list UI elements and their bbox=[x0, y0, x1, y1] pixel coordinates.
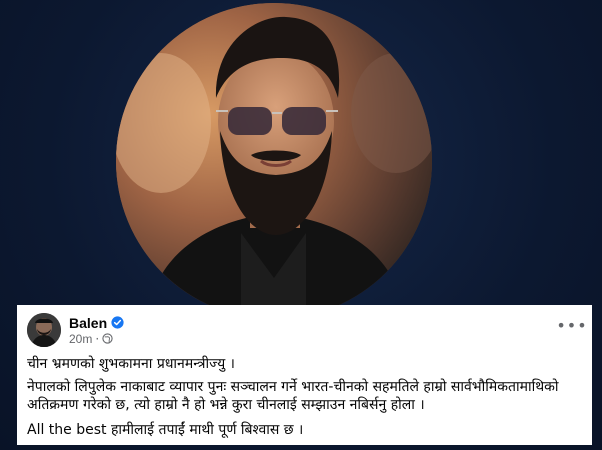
post-paragraph-3: All the best हामीलाई तपाईं माथी पूर्ण बि… bbox=[27, 422, 304, 438]
author-row: Balen bbox=[69, 315, 124, 331]
timestamp-row: 20m · bbox=[69, 332, 124, 346]
post-paragraph-2: नेपालको लिपुलेक नाकाबाट व्यापार पुनः सञ्… bbox=[27, 379, 559, 413]
profile-photo-illustration bbox=[116, 3, 432, 319]
globe-icon bbox=[102, 333, 113, 344]
avatar-image bbox=[27, 313, 61, 347]
post-timestamp[interactable]: 20m bbox=[69, 332, 92, 346]
post-body: चीन भ्रमणको शुभकामना प्रधानमन्त्रीज्यु ।… bbox=[27, 355, 582, 439]
separator-dot: · bbox=[95, 331, 100, 346]
author-avatar[interactable] bbox=[27, 313, 61, 347]
post-paragraph-1: चीन भ्रमणको शुभकामना प्रधानमन्त्रीज्यु । bbox=[27, 356, 235, 372]
author-name[interactable]: Balen bbox=[69, 315, 107, 331]
profile-photo bbox=[116, 3, 432, 319]
facebook-post-card: Balen 20m · ••• चीन भ्रमणको शुभकामना प्र… bbox=[17, 305, 592, 445]
verified-badge-icon bbox=[111, 316, 124, 329]
post-meta: Balen 20m · bbox=[69, 315, 124, 346]
post-header: Balen 20m · bbox=[27, 313, 582, 347]
more-options-icon[interactable]: ••• bbox=[556, 316, 586, 335]
